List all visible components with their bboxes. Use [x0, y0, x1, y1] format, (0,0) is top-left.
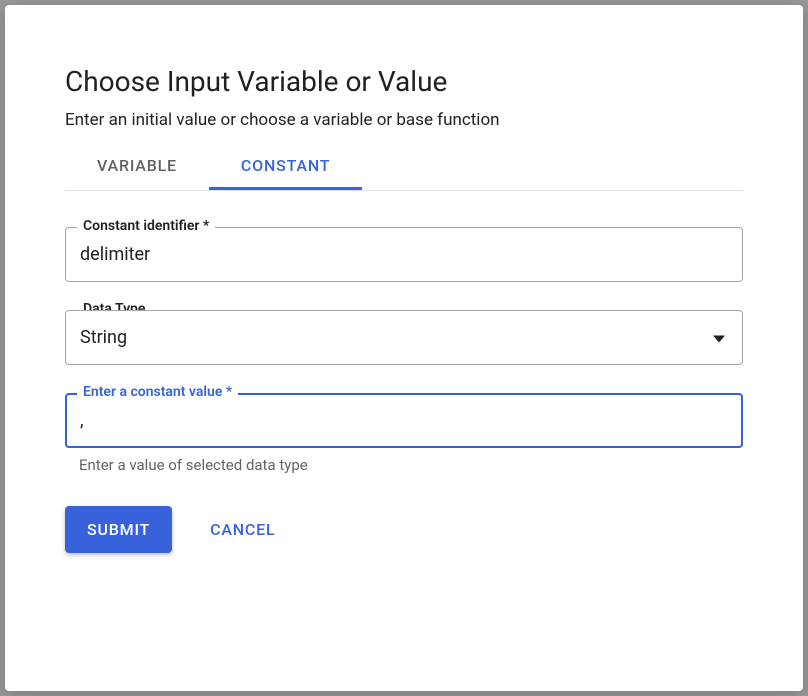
- input-constant-identifier[interactable]: [65, 227, 743, 282]
- submit-button[interactable]: SUBMIT: [65, 506, 172, 553]
- tab-constant[interactable]: CONSTANT: [209, 144, 362, 190]
- field-constant-identifier: Constant identifier *: [65, 227, 743, 282]
- helper-constant-value: Enter a value of selected data type: [65, 456, 743, 474]
- dialog-subtitle: Enter an initial value or choose a varia…: [65, 110, 743, 130]
- tabs: VARIABLE CONSTANT: [65, 144, 743, 191]
- button-row: SUBMIT CANCEL: [65, 506, 743, 553]
- input-constant-value[interactable]: [65, 393, 743, 448]
- cancel-button[interactable]: CANCEL: [200, 506, 285, 553]
- field-data-type: Data Type String: [65, 310, 743, 365]
- field-constant-value: Enter a constant value * Enter a value o…: [65, 393, 743, 474]
- tab-variable[interactable]: VARIABLE: [65, 144, 209, 190]
- select-data-type[interactable]: String: [65, 310, 743, 365]
- dialog-title: Choose Input Variable or Value: [65, 65, 743, 98]
- label-constant-identifier: Constant identifier *: [77, 218, 215, 234]
- dialog: Choose Input Variable or Value Enter an …: [5, 5, 803, 691]
- label-constant-value: Enter a constant value *: [77, 384, 238, 400]
